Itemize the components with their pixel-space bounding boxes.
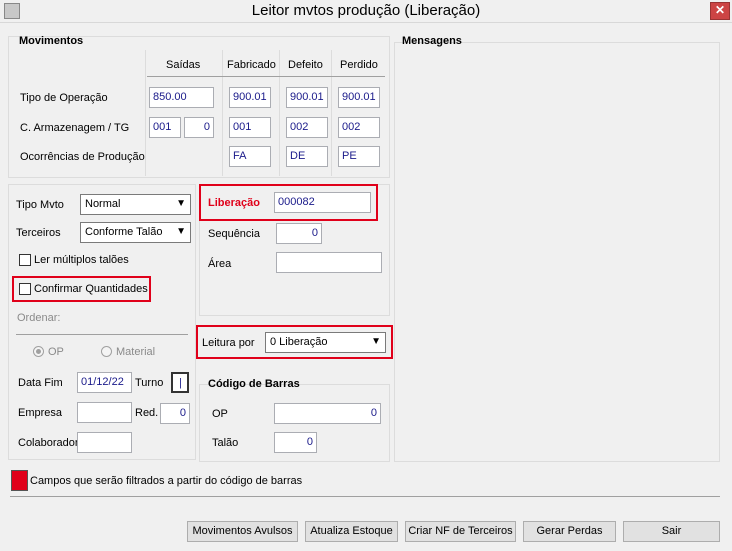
leitura-por-value: 0 Liberação xyxy=(270,336,328,348)
chevron-down-icon: ▼ xyxy=(176,226,186,237)
column-divider xyxy=(222,50,223,176)
confirmar-quantidades-label: Confirmar Quantidades xyxy=(34,283,148,295)
op-input[interactable]: 0 xyxy=(274,403,381,424)
area-label: Área xyxy=(208,258,232,270)
mensagens-title: Mensagens xyxy=(402,35,462,47)
ocorrencias-perdido-input[interactable]: PE xyxy=(338,146,380,167)
talao-input[interactable]: 0 xyxy=(274,432,317,453)
col-defeito: Defeito xyxy=(288,59,323,71)
op-label: OP xyxy=(212,408,228,420)
colaborador-input[interactable] xyxy=(77,432,132,453)
col-fabricado: Fabricado xyxy=(227,59,276,71)
column-divider xyxy=(279,50,280,176)
tipo-operacao-saidas-input[interactable]: 850.00 xyxy=(149,87,214,108)
criar-nf-terceiros-button[interactable]: Criar NF de Terceiros xyxy=(405,521,516,542)
leitura-por-label: Leitura por xyxy=(202,337,255,349)
red-input[interactable]: 0 xyxy=(160,403,190,424)
tipo-operacao-perdido-input[interactable]: 900.01 xyxy=(338,87,380,108)
armazenagem-saidas-input[interactable]: 001 xyxy=(149,117,181,138)
legend-swatch xyxy=(11,470,28,491)
area-input[interactable] xyxy=(276,252,382,273)
armazenagem-perdido-input[interactable]: 002 xyxy=(338,117,380,138)
liberacao-input[interactable]: 000082 xyxy=(274,192,371,213)
atualiza-estoque-button[interactable]: Atualiza Estoque xyxy=(305,521,398,542)
sair-button[interactable]: Sair xyxy=(623,521,720,542)
leitura-por-select[interactable]: 0 Liberação ▼ xyxy=(265,332,386,353)
talao-label: Talão xyxy=(212,437,239,449)
tipo-operacao-defeito-input[interactable]: 900.01 xyxy=(286,87,328,108)
empresa-input[interactable] xyxy=(77,402,132,423)
armazenagem-label: C. Armazenagem / TG xyxy=(20,122,130,134)
movimentos-title: Movimentos xyxy=(19,35,84,47)
sequencia-input[interactable]: 0 xyxy=(276,223,322,244)
ordenar-divider xyxy=(16,334,188,335)
empresa-label: Empresa xyxy=(18,407,63,419)
ordenar-material-radio[interactable] xyxy=(101,346,112,357)
tipo-operacao-fabricado-input[interactable]: 900.01 xyxy=(229,87,271,108)
ordenar-label: Ordenar: xyxy=(17,312,61,324)
ocorrencias-label: Ocorrências de Produção xyxy=(20,151,145,163)
footer-divider xyxy=(10,496,720,497)
ordenar-op-label: OP xyxy=(48,346,64,358)
ocorrencias-defeito-input[interactable]: DE xyxy=(286,146,328,167)
armazenagem-fabricado-input[interactable]: 001 xyxy=(229,117,271,138)
col-perdido: Perdido xyxy=(340,59,378,71)
chevron-down-icon: ▼ xyxy=(176,198,186,209)
chevron-down-icon: ▼ xyxy=(371,336,381,347)
terceiros-value: Conforme Talão xyxy=(85,226,163,238)
column-divider xyxy=(145,50,146,176)
col-saidas: Saídas xyxy=(166,59,201,71)
ocorrencias-fabricado-input[interactable]: FA xyxy=(229,146,271,167)
column-divider xyxy=(331,50,332,176)
tipo-mvto-value: Normal xyxy=(85,198,121,210)
ordenar-material-label: Material xyxy=(116,346,156,358)
confirmar-quantidades-checkbox[interactable] xyxy=(19,283,31,295)
turno-label: Turno xyxy=(135,377,164,389)
sequencia-label: Sequência xyxy=(208,228,260,240)
colaborador-label: Colaborador xyxy=(18,437,79,449)
tipo-operacao-label: Tipo de Operação xyxy=(20,92,108,104)
legend-text: Campos que serão filtrados a partir do c… xyxy=(30,475,303,487)
ler-multiplos-checkbox[interactable] xyxy=(19,254,31,266)
movimentos-avulsos-button[interactable]: Movimentos Avulsos xyxy=(187,521,298,542)
armazenagem-defeito-input[interactable]: 002 xyxy=(286,117,328,138)
mensagens-group xyxy=(394,42,720,462)
codigo-barras-title: Código de Barras xyxy=(208,378,300,390)
data-fim-input[interactable]: 01/12/22 xyxy=(77,372,132,393)
liberacao-label: Liberação xyxy=(208,197,260,209)
tipo-mvto-label: Tipo Mvto xyxy=(16,199,64,211)
ler-multiplos-label: Ler múltiplos talões xyxy=(34,254,129,266)
terceiros-label: Terceiros xyxy=(16,227,61,239)
close-button[interactable]: ✕ xyxy=(710,2,730,20)
data-fim-label: Data Fim xyxy=(18,377,63,389)
tipo-mvto-select[interactable]: Normal ▼ xyxy=(80,194,191,215)
window-title: Leitor mvtos produção (Liberação) xyxy=(251,2,481,19)
tg-saidas-input[interactable]: 0 xyxy=(184,117,214,138)
header-divider xyxy=(147,76,385,77)
terceiros-select[interactable]: Conforme Talão ▼ xyxy=(80,222,191,243)
gerar-perdas-button[interactable]: Gerar Perdas xyxy=(523,521,616,542)
turno-input[interactable]: | xyxy=(171,372,189,393)
ordenar-op-radio[interactable] xyxy=(33,346,44,357)
red-label: Red. xyxy=(135,407,159,419)
